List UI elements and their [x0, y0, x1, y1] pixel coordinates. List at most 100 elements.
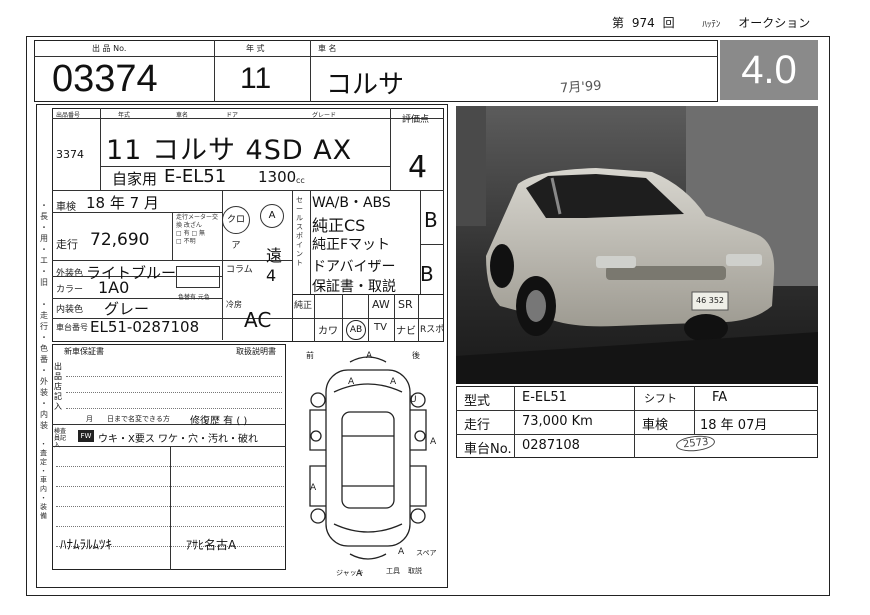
spec-row-2-label: 車台No. [464, 442, 512, 457]
option-2: 純正CS [312, 216, 366, 235]
option-4: ドアバイザー [312, 259, 396, 275]
ac-value: AC [244, 308, 272, 332]
event-name: オークション [738, 16, 811, 30]
signature-left: ﾊﾅﾑﾗﾙﾑﾂｷ [60, 538, 112, 553]
score-label: 評価点 [402, 115, 430, 125]
spec-row-0-label: 型式 [464, 394, 491, 409]
session-number: 974 [631, 16, 655, 30]
sheet-name-label: 車名 [176, 112, 189, 119]
notes-title: 新車保証書 [64, 346, 104, 357]
diagram-tools: 工具 [386, 567, 400, 575]
chassis-number: EL51-0287108 [90, 318, 200, 336]
column-mark: クロア [222, 206, 250, 251]
diagram-manual: 取説 [408, 567, 422, 575]
interior-grade: B [424, 208, 438, 232]
session-prefix: 第 [612, 16, 625, 30]
cc-label: cc [296, 176, 305, 185]
color-code-label: カラー [56, 285, 84, 295]
usage: 自家用 [112, 170, 158, 188]
spec-row-0-value: E-EL51 [522, 390, 567, 405]
year-label: 年 式 [246, 44, 265, 53]
color-int: グレー [104, 300, 150, 318]
column-label: コラム [226, 265, 253, 275]
svg-text:A: A [310, 483, 317, 493]
grade-label: グレード [312, 112, 337, 119]
svg-text:U: U [410, 395, 417, 405]
diagram-spare: スペア [416, 549, 437, 557]
defects-label: ウキ・X要ス ワケ・穴・汚れ・破れ [98, 434, 259, 445]
spec-row-1-value2: 18 年 07月 [700, 418, 768, 433]
sheet-year-label: 年式 [118, 112, 131, 119]
svg-text:A: A [348, 377, 355, 387]
color-int-label: 内装色 [56, 305, 84, 315]
svg-text:A: A [390, 377, 397, 387]
svg-text:A: A [398, 547, 405, 557]
notes-sub: 出品店記入 [54, 362, 62, 411]
score-badge: 4.0 [720, 40, 818, 100]
ac-label: 冷房 [226, 300, 242, 309]
equip-airbag: AB [346, 320, 366, 340]
color-ext-label: 外装色 [56, 269, 84, 279]
repair-note: 月 日まで名変できる方 [86, 415, 170, 423]
option-5: 保証書・取説 [312, 279, 396, 295]
equip-aw: AW [372, 298, 390, 311]
lot-number: 03374 [52, 58, 158, 100]
repair-row: 修復歴 有 ( ) [190, 416, 248, 427]
sheet-title-line: 11 コルサ 4SD AX [106, 135, 353, 166]
mileage-label: 走行 [56, 238, 78, 251]
color-code: 1A0 [98, 278, 130, 297]
license-plate: 46 352 [696, 296, 724, 305]
svg-text:A: A [366, 351, 373, 361]
car-photo-icon [456, 106, 818, 384]
lot-label: 出 品 No. [92, 44, 127, 53]
session-info: 第 974 回 ﾊｯﾃﾝ オークション [612, 14, 810, 31]
displacement: 1300 [258, 168, 297, 186]
lot-small: 3374 [56, 148, 84, 161]
color-change-note: 色替有 元色 [178, 294, 210, 301]
mileage: 72,690 [90, 230, 150, 250]
spec-row-0-label2: シフト [644, 392, 677, 405]
option-3: 純正Fマット [312, 237, 391, 253]
exterior-grade: B [420, 262, 434, 286]
mileage-notes: 走行メーター交換 改ざん □ 有 □ 無 □ 不明 [176, 214, 219, 245]
spec-row-1-label2: 車検 [642, 418, 669, 433]
svg-text:A: A [430, 437, 437, 447]
model-label: 車 名 [318, 44, 337, 53]
equip-tv: TV [374, 322, 387, 333]
at-mark: A [260, 204, 284, 228]
door-label: ドア [226, 112, 239, 119]
car-photo: 46 352 [456, 106, 818, 384]
equip-leather: カワ [318, 326, 338, 337]
equip-nav: ナビ [396, 326, 416, 337]
model-code: E-EL51 [164, 166, 227, 187]
signature-right: ｱｻﾋ名古A [186, 538, 237, 552]
spec-row-1-label: 走行 [464, 418, 491, 433]
session-suffix: 回 [662, 16, 675, 30]
left-bottom-notes: ・査定・車内・装備 [40, 440, 47, 520]
equip-sports: Rスポ [420, 325, 445, 335]
equip-sr: SR [398, 298, 413, 311]
spec-row-2-value: 0287108 [522, 438, 580, 453]
inspection-date: 18 年 7 月 [86, 194, 159, 212]
equip-genuine: 純正 [294, 301, 313, 311]
notes-title-text: 新車保証書 [64, 347, 104, 356]
spec-row-0-value2: FA [712, 390, 728, 405]
brand: ﾊｯﾃﾝ [702, 20, 721, 30]
score-hand: 4 [408, 150, 428, 185]
gearbox-hand: 遠4 [266, 246, 283, 285]
diagram-rear: 後 [412, 351, 420, 360]
option-1: WA/B・ABS [312, 195, 391, 211]
option-side-label: セールスポイント [296, 196, 303, 267]
record-title: 取扱説明書 [236, 347, 276, 356]
lot-small-label: 出品番号 [56, 112, 81, 119]
year: 11 [240, 62, 272, 95]
left-side-notes: ・長・用・エ・旧・走行・色番・外装・内装 [40, 201, 48, 430]
color-box [176, 266, 220, 288]
diagram-jack: ジャッキ [336, 569, 364, 577]
diagram-front: 前 [306, 351, 314, 360]
chassis-label: 車台番号 [56, 323, 88, 332]
spec-row-1-value: 73,000 Km [522, 414, 593, 429]
fw-badge: FW [78, 430, 94, 442]
model-name: コルサ [326, 70, 405, 100]
date-stamp: 7月'99 [559, 78, 603, 97]
